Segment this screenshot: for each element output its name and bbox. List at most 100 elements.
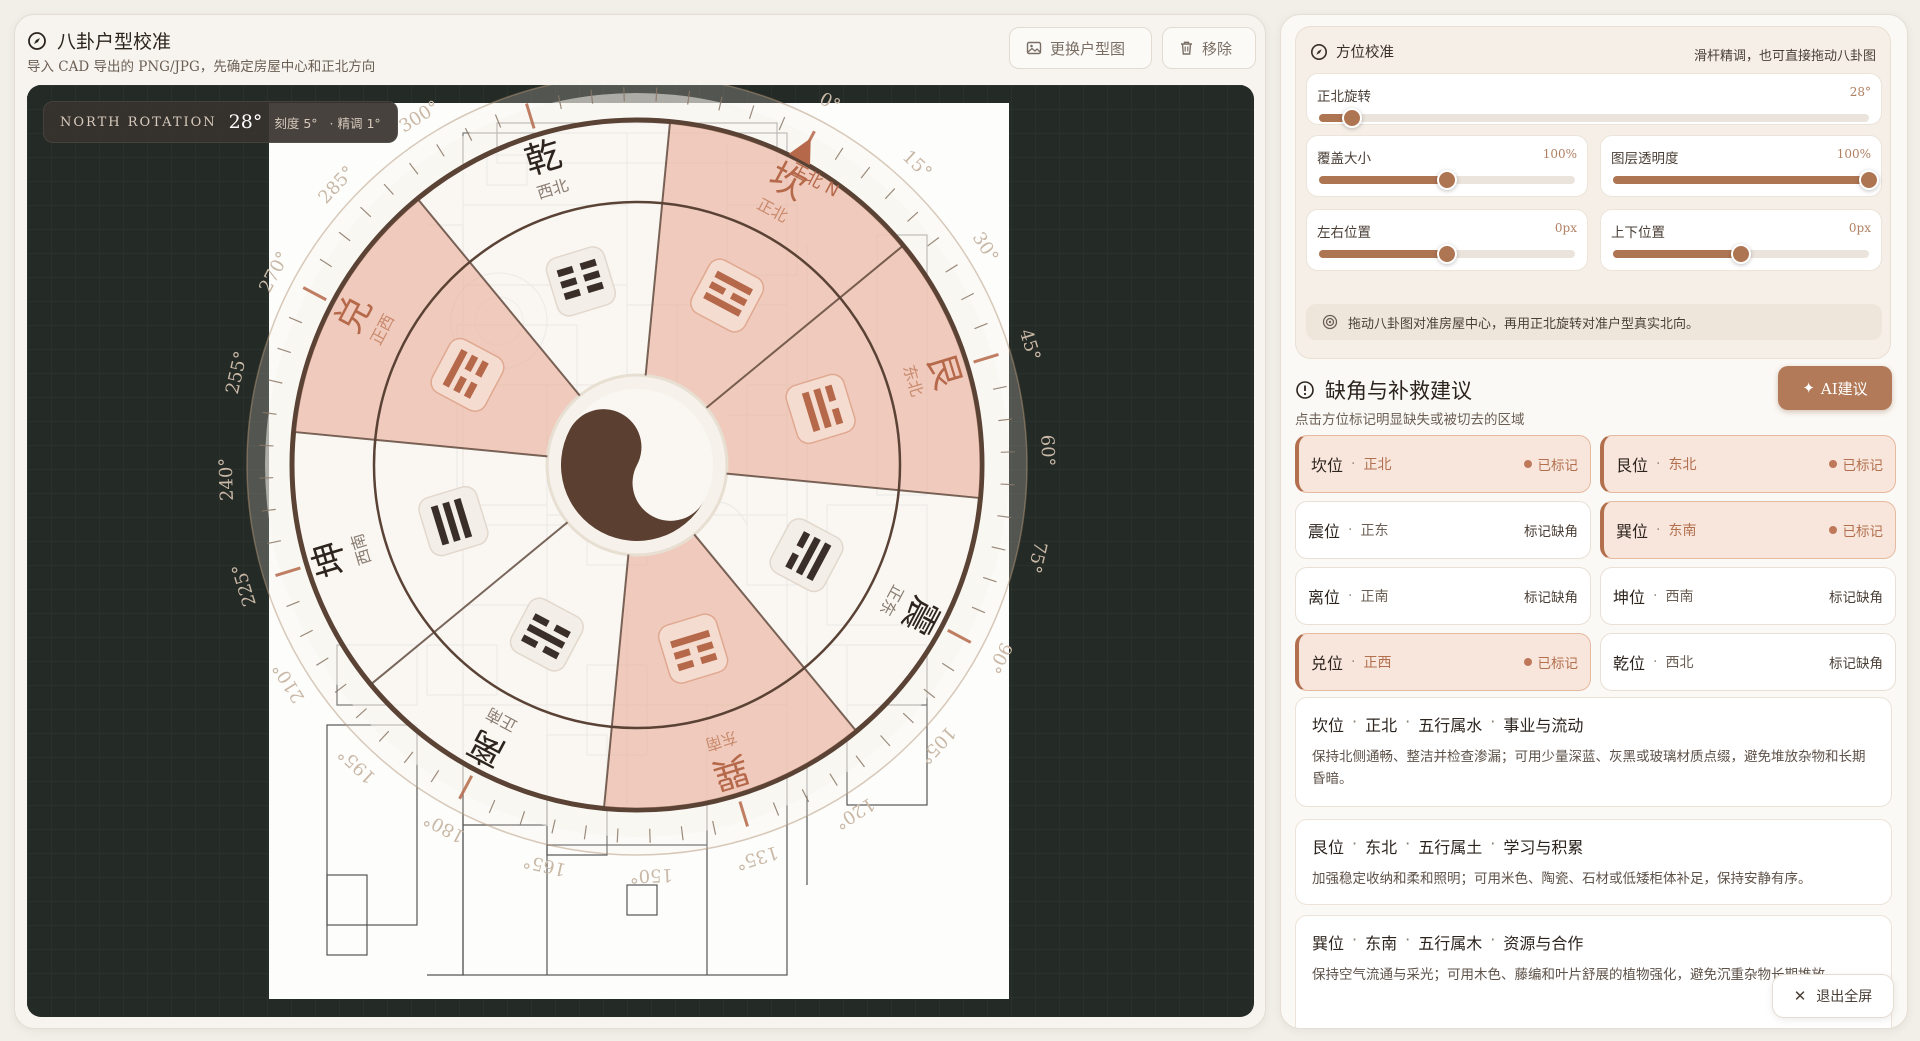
floorplan-panel: 八卦户型校准 导入 CAD 导出的 PNG/JPG，先确定房屋中心和正北方向 更… bbox=[14, 14, 1266, 1029]
direction-toggle[interactable]: 乾位 · 西北 标记缺角 bbox=[1600, 633, 1896, 691]
missing-corner-subtitle: 点击方位标记明显缺失或被切去的区域 bbox=[1295, 412, 1525, 428]
y-position-value: 0px bbox=[1848, 221, 1871, 235]
compass-icon bbox=[28, 31, 46, 50]
direction-toggle[interactable]: 巽位 · 东南 已标记 bbox=[1600, 501, 1896, 559]
north-rotation-badge: NORTH ROTATION 28° 刻度 5° · 精调 1° bbox=[43, 101, 398, 143]
advice-body: 加强稳定收纳和柔和照明；可用米色、陶瓷、石材或低矮柜体补足，保持安静有序。 bbox=[1312, 871, 1812, 887]
missing-corner-title: 缺角与补救建议 bbox=[1325, 379, 1472, 403]
fine-step: · 精调 1° bbox=[329, 115, 381, 131]
separator: · bbox=[1352, 930, 1358, 949]
advice-title-part: 东北 bbox=[1365, 838, 1398, 857]
separator: · bbox=[1351, 654, 1356, 670]
direction-label: 正东 bbox=[1360, 523, 1389, 539]
mark-status-text: 标记缺角 bbox=[1524, 524, 1578, 540]
marked-dot bbox=[1523, 460, 1532, 468]
mark-status: 已标记 bbox=[1828, 454, 1884, 474]
direction-label: 东北 bbox=[1668, 457, 1697, 473]
north-rotation-slider-handle[interactable] bbox=[1342, 108, 1362, 128]
mark-status-text: 已标记 bbox=[1537, 458, 1579, 474]
direction-label: 正南 bbox=[1360, 589, 1389, 605]
mark-status-text: 已标记 bbox=[1842, 458, 1884, 474]
advice-title: 巽位 · 东南 · 五行属木 · 资源与合作 bbox=[1312, 930, 1875, 954]
advice-title-part: 坎位 bbox=[1312, 716, 1345, 735]
separator: · bbox=[1405, 930, 1411, 949]
mark-status: 已标记 bbox=[1523, 454, 1579, 474]
separator: · bbox=[1653, 654, 1658, 670]
degree-tick bbox=[616, 828, 619, 843]
direction-toggle[interactable]: 离位 · 正南 标记缺角 bbox=[1295, 567, 1591, 625]
degree-tick bbox=[1000, 483, 1015, 486]
close-icon: ✕ bbox=[1793, 987, 1807, 1005]
separator: · bbox=[1348, 522, 1353, 538]
x-position-slider-handle[interactable] bbox=[1437, 244, 1457, 264]
direction-toggle[interactable]: 兑位 · 正西 已标记 bbox=[1295, 633, 1591, 691]
alert-icon bbox=[1296, 381, 1314, 399]
direction-toggle[interactable]: 坤位 · 西南 标记缺角 bbox=[1600, 567, 1896, 625]
direction-name: 坤位 bbox=[1613, 588, 1646, 607]
y-position-slider-handle[interactable] bbox=[1731, 244, 1751, 264]
direction-name: 巽位 bbox=[1616, 522, 1649, 541]
mark-status-text: 标记缺角 bbox=[1524, 590, 1578, 606]
x-position-label: 左右位置 bbox=[1317, 225, 1371, 241]
direction-name: 兑位 bbox=[1311, 654, 1344, 673]
direction-label: 东南 bbox=[1668, 523, 1697, 539]
direction-toggle[interactable]: 坎位 · 正北 已标记 bbox=[1295, 435, 1591, 493]
marked-dot bbox=[1523, 658, 1532, 666]
opacity-slider-handle[interactable] bbox=[1859, 170, 1879, 190]
separator: · bbox=[1653, 588, 1658, 604]
advice-title-part: 五行属水 bbox=[1418, 716, 1483, 735]
size-slider-handle[interactable] bbox=[1437, 170, 1457, 190]
size-label: 覆盖大小 bbox=[1317, 151, 1371, 167]
direction-label: 正西 bbox=[1363, 655, 1392, 671]
remove-button[interactable]: 移除 bbox=[1162, 27, 1256, 69]
x-position-slider[interactable] bbox=[1319, 244, 1575, 264]
direction-name: 乾位 bbox=[1613, 654, 1646, 673]
north-rotation-slider-card: 正北旋转 28° bbox=[1306, 73, 1882, 128]
mark-status-text: 已标记 bbox=[1842, 524, 1884, 540]
calibration-header: 方位校准 bbox=[1310, 41, 1394, 62]
panel-title-text: 八卦户型校准 bbox=[57, 31, 172, 53]
advice-card: 坎位 · 正北 · 五行属水 · 事业与流动 保持北侧通畅、整洁并检查渗漏；可用少量深蓝、灰黑… bbox=[1295, 697, 1892, 807]
direction-label: 西北 bbox=[1665, 655, 1694, 671]
compass-icon bbox=[1310, 43, 1328, 60]
advice-title-part: 五行属土 bbox=[1418, 838, 1483, 857]
mark-status: 标记缺角 bbox=[1524, 520, 1578, 540]
mark-status: 标记缺角 bbox=[1829, 652, 1883, 672]
separator: · bbox=[1352, 834, 1358, 853]
size-slider[interactable] bbox=[1319, 170, 1575, 190]
direction-name: 震位 bbox=[1308, 522, 1341, 541]
north-rotation-slider[interactable] bbox=[1319, 108, 1869, 128]
direction-name: 坎位 bbox=[1311, 456, 1344, 475]
calibration-canvas[interactable]: 0° 15° 30° 45° 60° 75° 90° 105° 120° 135° 150° 165°… bbox=[27, 85, 1254, 1017]
opacity-value: 100% bbox=[1836, 147, 1871, 161]
separator: · bbox=[1490, 834, 1496, 853]
mark-status: 已标记 bbox=[1523, 652, 1578, 672]
panel-title: 八卦户型校准 bbox=[27, 27, 171, 54]
separator: · bbox=[1405, 834, 1411, 853]
mark-status: 已标记 bbox=[1828, 520, 1884, 540]
target-icon bbox=[1322, 314, 1338, 330]
advice-title-part: 正北 bbox=[1365, 716, 1398, 735]
opacity-slider[interactable] bbox=[1613, 170, 1879, 190]
separator: · bbox=[1352, 712, 1358, 731]
panel-subtitle: 导入 CAD 导出的 PNG/JPG，先确定房屋中心和正北方向 bbox=[27, 59, 376, 75]
exit-fullscreen-button[interactable]: ✕ 退出全屏 bbox=[1772, 974, 1894, 1018]
replace-floorplan-button[interactable]: 更换户型图 bbox=[1009, 27, 1152, 69]
direction-label: 正北 bbox=[1363, 457, 1392, 473]
separator: · bbox=[1490, 712, 1496, 731]
remove-label: 移除 bbox=[1202, 39, 1233, 58]
direction-name: 离位 bbox=[1308, 588, 1341, 607]
direction-toggle[interactable]: 艮位 · 东北 已标记 bbox=[1600, 435, 1896, 493]
advice-title: 艮位 · 东北 · 五行属土 · 学习与积累 bbox=[1312, 834, 1875, 858]
separator: · bbox=[1490, 930, 1496, 949]
advice-title-part: 事业与流动 bbox=[1503, 716, 1584, 735]
size-slider-card: 覆盖大小 100% bbox=[1306, 135, 1588, 197]
north-rotation-value: 28° bbox=[228, 111, 263, 133]
direction-toggle[interactable]: 震位 · 正东 标记缺角 bbox=[1295, 501, 1591, 559]
advice-title-part: 艮位 bbox=[1312, 838, 1345, 857]
mark-status: 标记缺角 bbox=[1524, 586, 1578, 606]
y-position-slider[interactable] bbox=[1613, 244, 1869, 264]
direction-label: 西南 bbox=[1665, 589, 1694, 605]
mark-status-text: 标记缺角 bbox=[1829, 656, 1883, 672]
ai-suggest-button[interactable]: ✦ AI建议 bbox=[1778, 366, 1892, 410]
